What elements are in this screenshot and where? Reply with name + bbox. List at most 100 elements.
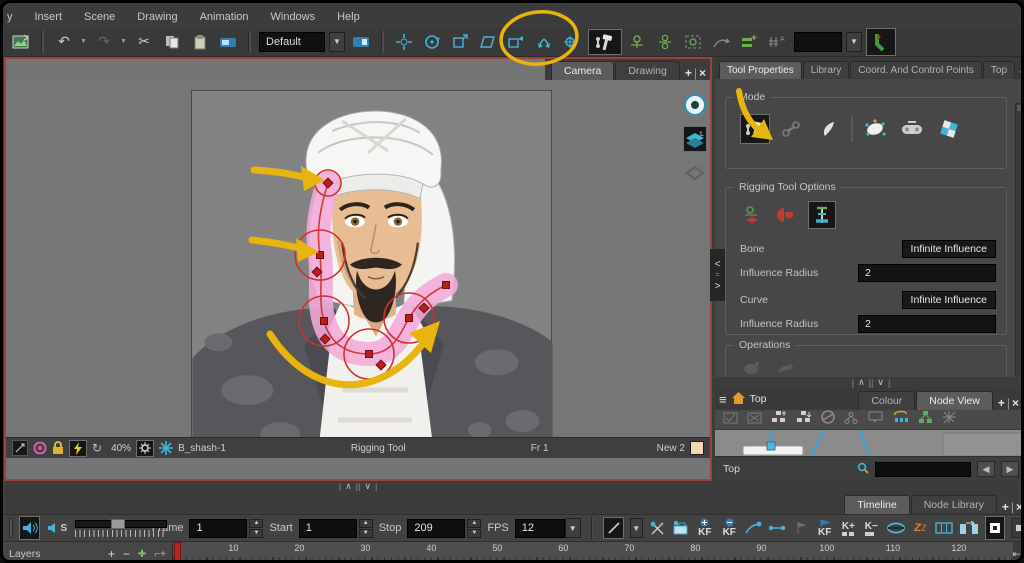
enable-sound-button[interactable] <box>19 516 40 540</box>
no-entry-icon[interactable] <box>821 410 835 429</box>
sound-display-button[interactable] <box>984 516 1006 540</box>
flip-tool-icon[interactable] <box>532 30 556 54</box>
settings-gear-icon[interactable] <box>136 439 155 457</box>
auto-label-icon[interactable]: A <box>766 30 790 54</box>
maintain-size-tool-icon[interactable] <box>504 30 528 54</box>
set-keyframe-flag-button[interactable]: KF <box>815 517 833 539</box>
k-plus-button[interactable]: K+ <box>840 517 857 539</box>
horizontal-splitter[interactable]: | ∧ || ∨ | <box>715 377 1021 388</box>
bone-influence-radius-input[interactable]: 2 <box>858 264 996 282</box>
game-bone-button[interactable] <box>897 114 927 144</box>
animate-mode-icon[interactable] <box>560 30 584 54</box>
rotate-tool-icon[interactable] <box>420 30 444 54</box>
delete-layer-button[interactable]: − <box>123 547 130 560</box>
menu-insert[interactable]: Insert <box>24 9 74 25</box>
cut-button[interactable]: ✂ <box>132 30 156 54</box>
add-view-button[interactable]: + <box>1002 500 1009 514</box>
toolbar-grip[interactable] <box>9 518 14 538</box>
add-drawing-exposure-button[interactable] <box>672 517 690 539</box>
fast-render-icon[interactable] <box>69 439 87 457</box>
add-view-button[interactable]: + <box>1020 65 1021 79</box>
backdrop-icon[interactable] <box>942 410 957 429</box>
menu-help[interactable]: Help <box>326 9 371 25</box>
tool-preset-dropdown[interactable]: Default <box>259 31 325 52</box>
drawing-substitution-icon[interactable] <box>349 30 373 54</box>
tab-coord-control-points[interactable]: Coord. And Control Points <box>850 61 982 79</box>
move-down-node-icon[interactable] <box>796 410 812 429</box>
paste-button[interactable] <box>188 30 212 54</box>
sound-scrubbing-button[interactable]: S <box>46 517 69 539</box>
tab-top[interactable]: Top <box>982 61 1016 79</box>
rigging-tool-button[interactable] <box>588 28 622 55</box>
close-view-button[interactable]: × <box>1016 500 1021 514</box>
selection-preset-icon[interactable] <box>682 30 706 54</box>
scale-tool-icon[interactable] <box>448 30 472 54</box>
add-view-button[interactable]: + <box>685 66 692 80</box>
fps-caret-icon[interactable]: ▼ <box>564 518 581 538</box>
tab-timeline[interactable]: Timeline <box>844 495 910 514</box>
start-down-icon[interactable]: ▼ <box>358 528 373 538</box>
redo-caret-icon[interactable]: ▼ <box>120 38 128 45</box>
comment-node-icon[interactable] <box>868 411 883 429</box>
translate-tool-icon[interactable] <box>392 30 416 54</box>
disable-node-icon[interactable] <box>747 411 762 429</box>
curve-mode-button[interactable] <box>814 114 844 144</box>
curve-influence-radius-input[interactable]: 2 <box>858 315 996 333</box>
curve-influence-button[interactable]: Infinite Influence <box>901 291 996 309</box>
current-colour-swatch[interactable] <box>690 441 704 455</box>
add-layer-button[interactable]: + <box>108 547 115 560</box>
fps-input[interactable]: 12 <box>514 518 565 538</box>
nav-next-button[interactable]: ▶ <box>1001 461 1019 477</box>
collapse-left-icon[interactable]: < <box>715 259 721 270</box>
frame-up-icon[interactable]: ▲ <box>249 518 264 528</box>
radius-option-icon[interactable] <box>774 203 798 227</box>
nav-prev-button[interactable]: ◀ <box>977 461 995 477</box>
ruler-end-bracket[interactable]: ⇤⇥ <box>1012 542 1021 560</box>
convert-deformer-icon[interactable] <box>742 360 762 376</box>
tab-library[interactable]: Library <box>802 61 850 79</box>
hide-all-controls-icon[interactable] <box>654 30 678 54</box>
tab-camera[interactable]: Camera <box>550 61 615 80</box>
close-view-button[interactable]: × <box>1012 396 1019 410</box>
move-up-node-icon[interactable] <box>771 410 787 429</box>
colour-view-icon[interactable] <box>216 30 240 54</box>
chain-option-icon[interactable] <box>740 203 764 227</box>
zoom-level[interactable]: 40% <box>111 443 131 454</box>
tool-preset-caret-icon[interactable]: ▼ <box>329 31 345 52</box>
line-style-caret-icon[interactable]: ▼ <box>629 518 643 538</box>
camera-mask-icon[interactable]: C <box>683 160 707 186</box>
show-control-icon[interactable] <box>626 30 650 54</box>
frame-spinner[interactable]: 1 ▲ ▼ <box>189 518 264 538</box>
bone-mode-button[interactable] <box>777 114 807 144</box>
show-data-view-button[interactable] <box>935 517 953 539</box>
camera-canvas[interactable]: L C ↻ 40% B_shash-1 Rigging Tool Fr 1 Ne… <box>6 80 710 458</box>
start-input[interactable]: 1 <box>298 518 357 538</box>
timeline-ruler[interactable]: 10 20 30 40 50 60 70 80 90 100 110 120 ⇤⇥ <box>173 542 1021 560</box>
stop-spinner[interactable]: 209 ▲ ▼ <box>407 518 482 538</box>
tool-properties-scrollbar[interactable] <box>1015 103 1021 395</box>
close-view-button[interactable]: × <box>699 66 706 80</box>
stop-input[interactable]: 209 <box>407 518 466 538</box>
refresh-icon[interactable]: ↻ <box>92 441 102 455</box>
onion-skin-icon[interactable] <box>33 441 47 455</box>
line-style-button[interactable] <box>603 517 624 539</box>
render-view-icon[interactable] <box>9 30 33 54</box>
paste-cycle-button[interactable] <box>959 517 979 539</box>
redo-button[interactable]: ↷ <box>92 30 116 54</box>
small-square-button[interactable] <box>1011 518 1021 538</box>
menu-play-partial[interactable]: y <box>3 9 24 25</box>
tab-node-view[interactable]: Node View <box>916 391 993 410</box>
stop-motion-keyframe-button[interactable] <box>768 517 786 539</box>
lock-icon[interactable] <box>52 441 64 455</box>
current-drawing-layer-icon[interactable]: L <box>683 126 707 152</box>
collapse-right-icon[interactable]: > <box>715 281 721 292</box>
menu-hamburger-icon[interactable]: ≡ <box>719 392 727 407</box>
ease-in-out-button[interactable]: ZZ <box>912 517 929 539</box>
group-selection-icon[interactable] <box>892 410 909 429</box>
node-view-bottom-breadcrumb[interactable]: Top <box>723 463 740 475</box>
motion-keyframe-button[interactable] <box>744 517 762 539</box>
empty-dropdown-caret-icon[interactable]: ▼ <box>846 31 862 52</box>
undo-caret-icon[interactable]: ▼ <box>80 38 88 45</box>
menu-windows[interactable]: Windows <box>260 9 327 25</box>
tab-tool-properties[interactable]: Tool Properties <box>719 61 802 79</box>
